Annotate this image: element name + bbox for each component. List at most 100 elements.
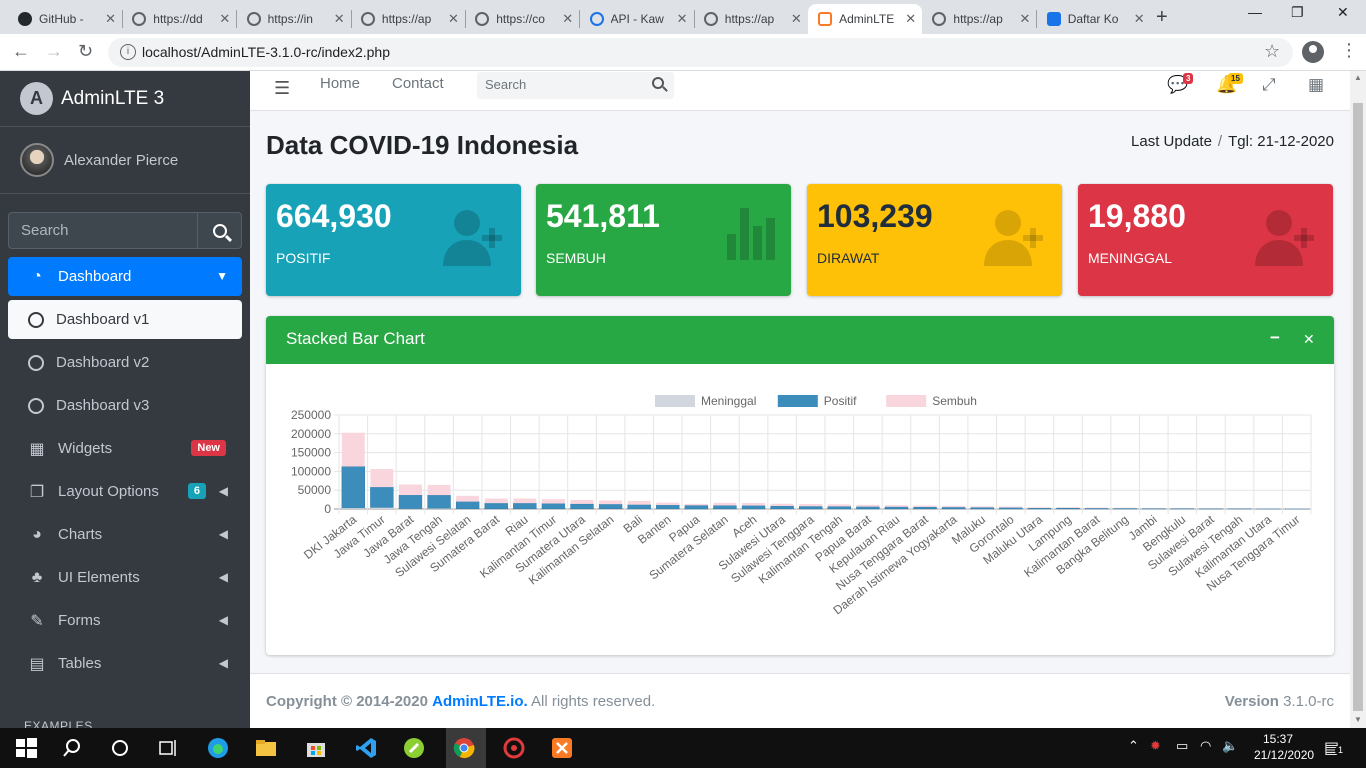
content-wrapper: Data COVID-19 Indonesia Last Update / Tgl:…: [250, 111, 1350, 728]
bar-segment: [541, 499, 565, 504]
action-center-badge: 1: [1335, 745, 1346, 756]
sidebar-item-dashboard[interactable]: ◔ Dashboard ▼: [8, 257, 242, 296]
reload-icon[interactable]: ↻: [78, 41, 93, 62]
browser-tab[interactable]: https://co ✕: [465, 4, 579, 34]
sidebar-item-dashboard-v2[interactable]: Dashboard v2: [8, 343, 242, 382]
close-tab-icon[interactable]: ✕: [562, 11, 573, 27]
new-tab-icon[interactable]: +: [1156, 6, 1168, 29]
maximize-window-icon[interactable]: ❐: [1291, 4, 1304, 21]
edge-icon[interactable]: [206, 736, 230, 760]
taskbar-clock[interactable]: 15:37 21/12/2020: [1254, 731, 1314, 763]
close-tab-icon[interactable]: ✕: [105, 11, 116, 27]
close-tab-icon[interactable]: ✕: [334, 11, 345, 27]
close-tab-icon[interactable]: ✕: [905, 11, 916, 27]
brand-link[interactable]: A AdminLTE 3: [0, 71, 250, 127]
browser-tab[interactable]: https://dd ✕: [122, 4, 236, 34]
close-tab-icon[interactable]: ✕: [219, 11, 230, 27]
page-scrollbar[interactable]: ▲ ▼: [1350, 71, 1366, 728]
xampp-icon[interactable]: [550, 736, 574, 760]
nav-link-contact[interactable]: Contact: [392, 75, 444, 92]
collapse-card-button[interactable]: −: [1270, 328, 1280, 348]
adminlte-link[interactable]: AdminLTE.io.: [432, 693, 528, 710]
chevron-left-icon: ◀: [218, 527, 228, 541]
site-info-icon[interactable]: i: [120, 44, 136, 60]
forward-icon[interactable]: →: [45, 41, 63, 62]
address-bar[interactable]: i localhost/AdminLTE-3.1.0-rc/index2.php: [108, 38, 1293, 67]
search-icon[interactable]: [60, 736, 84, 760]
close-tab-icon[interactable]: ✕: [791, 11, 802, 27]
close-tab-icon[interactable]: ✕: [677, 11, 688, 27]
bar-segment: [999, 507, 1023, 510]
y-tick-label: 150000: [291, 446, 331, 460]
sidebar-item-widgets[interactable]: ▦ Widgets New: [8, 429, 242, 468]
sidebar-item-tables[interactable]: ▤ Tables ◀: [8, 644, 242, 683]
cortana-icon[interactable]: [108, 736, 132, 760]
browser-tab[interactable]: https://ap ✕: [922, 4, 1036, 34]
tab-title: GitHub -: [39, 12, 84, 26]
breadcrumb-last-update[interactable]: Last Update: [1131, 133, 1212, 150]
sidebar-item-dashboard-v3[interactable]: Dashboard v3: [8, 386, 242, 425]
browser-menu-icon[interactable]: ⋮: [1340, 40, 1358, 61]
nav-link-home[interactable]: Home: [320, 75, 360, 92]
gear-app-icon[interactable]: [502, 736, 526, 760]
sidebar-item-ui-elements[interactable]: ♣ UI Elements ◀: [8, 558, 242, 597]
sidebar-item-layout-options[interactable]: ❐ Layout Options 6 ◀: [8, 472, 242, 511]
store-icon[interactable]: [304, 736, 328, 760]
sidebar-item-charts[interactable]: ◕ Charts ◀: [8, 515, 242, 554]
sidebar-search-input[interactable]: Search: [8, 212, 197, 249]
bar-segment: [884, 506, 909, 510]
tab-title: https://ap: [381, 12, 432, 26]
browser-tab[interactable]: https://ap ✕: [694, 4, 808, 34]
volume-icon[interactable]: 🔈: [1222, 738, 1238, 754]
sidebar-search-button[interactable]: [197, 212, 242, 249]
windows-start-icon[interactable]: [14, 736, 38, 760]
search-icon[interactable]: [652, 77, 664, 89]
close-window-icon[interactable]: ✕: [1337, 4, 1349, 21]
bar-segment: [570, 503, 594, 510]
control-sidebar-icon[interactable]: ▦: [1308, 75, 1324, 95]
user-plus-icon: [984, 210, 1043, 266]
scrollbar-thumb[interactable]: [1353, 103, 1363, 711]
fullscreen-icon[interactable]: ⤢: [1262, 75, 1276, 95]
minimize-window-icon[interactable]: —: [1248, 4, 1262, 20]
tab-title: https://ap: [953, 12, 1003, 26]
app-icon[interactable]: [402, 736, 426, 760]
tab-title: https://ap: [724, 12, 775, 26]
stat-value: 664,930: [276, 198, 392, 234]
profile-avatar-icon[interactable]: [1302, 41, 1324, 63]
tray-chevron-icon[interactable]: ⌃: [1128, 738, 1139, 754]
browser-tab-strip: GitHub - ✕ https://dd ✕ https://in ✕ https://a…: [0, 0, 1366, 34]
file-explorer-icon[interactable]: [254, 736, 278, 760]
scroll-down-icon[interactable]: ▼: [1354, 715, 1362, 724]
browser-tab[interactable]: API - Kaw ✕: [580, 4, 694, 34]
user-name-link[interactable]: Alexander Pierce: [64, 152, 178, 169]
remove-card-button[interactable]: ✕: [1303, 331, 1315, 348]
chevron-left-icon: ◀: [218, 656, 228, 670]
bookmark-star-icon[interactable]: ☆: [1264, 41, 1280, 62]
hamburger-menu-icon[interactable]: ☰: [274, 78, 290, 99]
close-tab-icon[interactable]: ✕: [448, 11, 459, 27]
sidebar-item-forms[interactable]: ✎ Forms ◀: [8, 601, 242, 640]
scroll-up-icon[interactable]: ▲: [1354, 73, 1362, 82]
y-tick-label: 100000: [291, 464, 331, 478]
browser-tab[interactable]: GitHub - ✕: [8, 4, 122, 34]
browser-tab[interactable]: Daftar Ko ✕: [1037, 4, 1151, 34]
battery-icon[interactable]: ▭: [1176, 738, 1188, 754]
close-tab-icon[interactable]: ✕: [1019, 11, 1030, 27]
navbar-search-input[interactable]: Search: [477, 72, 674, 99]
card-header: Stacked Bar Chart − ✕: [266, 316, 1334, 364]
sidebar-item-dashboard-v1[interactable]: Dashboard v1: [8, 300, 242, 339]
task-view-icon[interactable]: [156, 736, 180, 760]
bar-segment: [713, 505, 737, 510]
tray-app-icon[interactable]: ✹: [1150, 738, 1161, 754]
close-tab-icon[interactable]: ✕: [1134, 11, 1145, 27]
vscode-icon[interactable]: [354, 736, 378, 760]
bar-segment: [913, 505, 937, 507]
stacked-bar-chart-card: Stacked Bar Chart − ✕ 0 50000 100000 150000…: [266, 316, 1334, 655]
wifi-icon[interactable]: ◠: [1200, 738, 1211, 754]
browser-tab[interactable]: https://in ✕: [237, 4, 351, 34]
browser-tab[interactable]: AdminLTE ✕: [808, 4, 923, 34]
chrome-icon[interactable]: [452, 736, 476, 760]
back-icon[interactable]: ←: [12, 41, 30, 62]
browser-tab[interactable]: https://ap ✕: [351, 4, 465, 34]
